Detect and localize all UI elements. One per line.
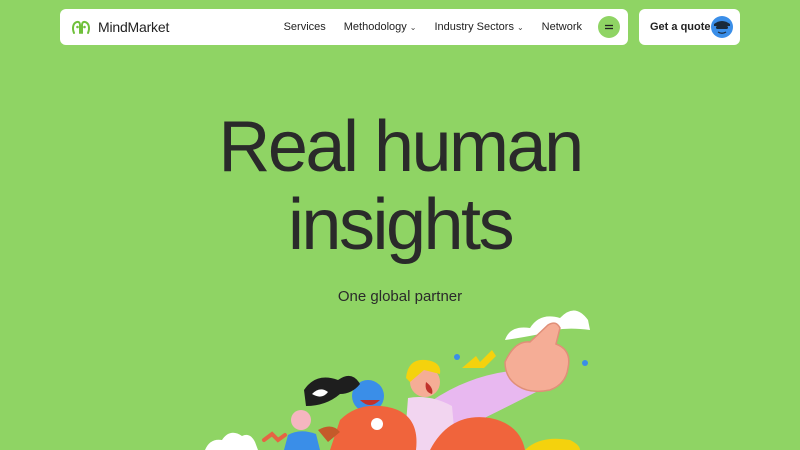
nav-item-label: Methodology xyxy=(343,21,407,33)
nav-item-methodology[interactable]: Methodology ⌄ xyxy=(344,21,417,33)
hair-icon xyxy=(304,375,360,406)
menu-icon xyxy=(605,24,613,30)
dot-icon xyxy=(454,354,460,360)
body-icon xyxy=(284,431,320,450)
avatar-icon xyxy=(711,16,733,38)
brand-logo[interactable]: MindMarket xyxy=(70,16,169,38)
nav-item-label: Industry Sectors xyxy=(434,21,514,33)
get-a-quote-button[interactable]: Get a quote xyxy=(639,9,740,45)
nav-item-industry-sectors[interactable]: Industry Sectors ⌄ xyxy=(434,21,523,33)
nav-item-services[interactable]: Services xyxy=(284,21,326,33)
hero-title-line-1: Real human xyxy=(218,107,584,187)
squiggle-icon xyxy=(262,431,287,443)
brand-mark-icon xyxy=(72,20,90,34)
hero-illustration xyxy=(205,310,590,450)
nav-item-label: Network xyxy=(541,21,582,33)
dot-icon xyxy=(582,360,588,366)
flower-icon xyxy=(371,418,383,430)
nav-item-label: Services xyxy=(283,21,326,33)
shape-icon xyxy=(525,438,580,450)
cloud-icon xyxy=(205,432,258,450)
cta-label: Get a quote xyxy=(650,21,711,33)
chevron-down-icon: ⌄ xyxy=(516,22,524,32)
nav-links: Services Methodology ⌄ Industry Sectors … xyxy=(284,21,582,33)
face-icon xyxy=(291,410,311,430)
brand-name: MindMarket xyxy=(98,19,170,35)
hero-title-line-2: insights xyxy=(287,185,515,265)
squiggle-icon xyxy=(462,350,496,368)
menu-button[interactable] xyxy=(598,16,620,38)
chevron-down-icon: ⌄ xyxy=(409,22,417,32)
top-navbar: MindMarket Services Methodology ⌄ Indust… xyxy=(60,9,628,45)
nav-item-network[interactable]: Network xyxy=(542,21,582,33)
hero-title: Real human insights xyxy=(0,108,800,264)
